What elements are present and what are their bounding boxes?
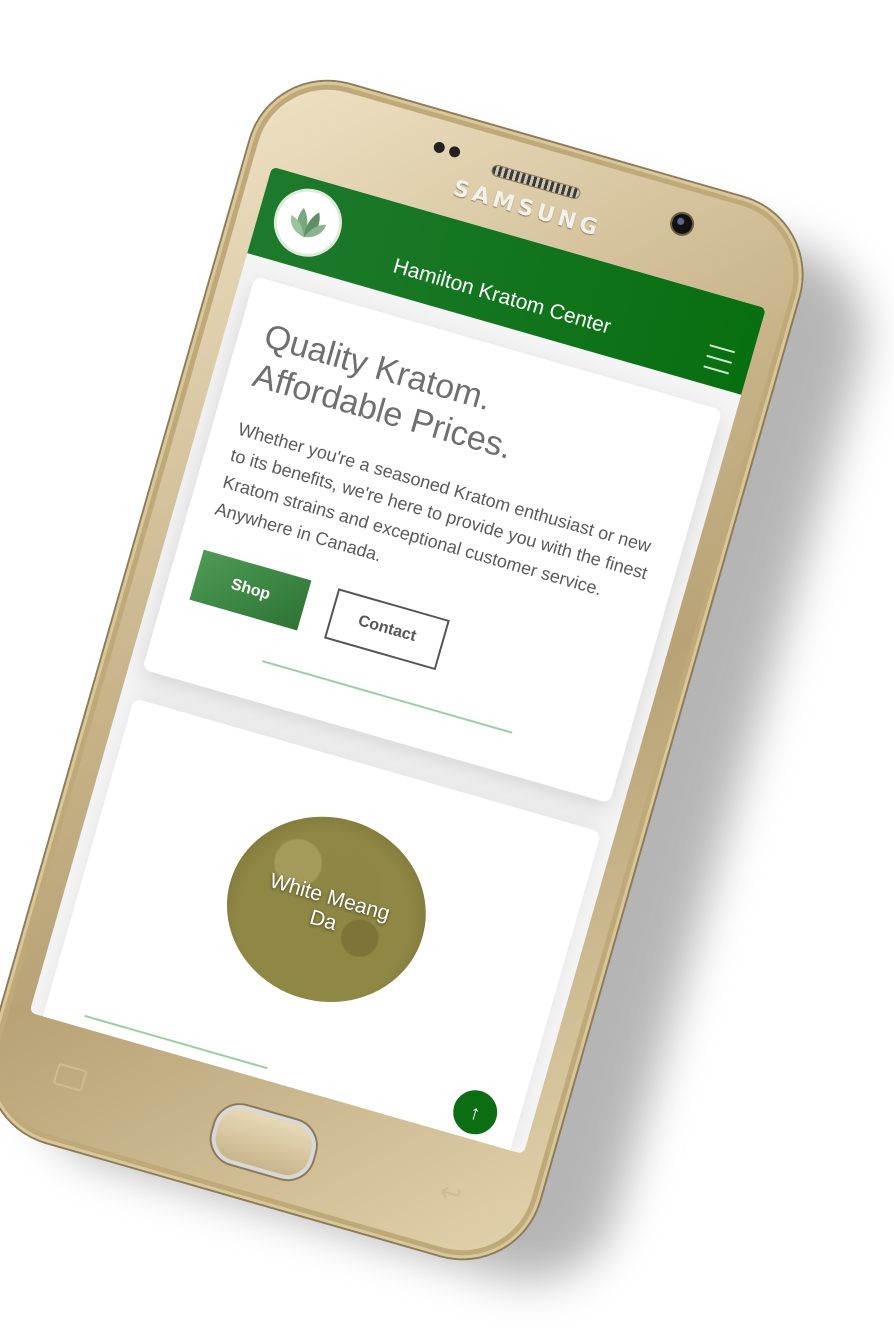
shop-button[interactable]: Shop	[189, 549, 312, 631]
back-icon[interactable]: ↩	[436, 1175, 470, 1210]
front-camera-icon	[667, 209, 697, 239]
product-divider	[84, 1015, 268, 1070]
home-button[interactable]	[205, 1098, 323, 1186]
recent-apps-icon[interactable]	[52, 1062, 88, 1092]
contact-button[interactable]: Contact	[323, 588, 450, 671]
product-image[interactable]: White Meang Da	[204, 793, 448, 1026]
sensor-icon	[447, 145, 462, 159]
arrow-up-icon[interactable]: ↑	[447, 1085, 503, 1140]
sensor-icon	[432, 140, 447, 155]
product-name: White Meang Da	[260, 869, 392, 950]
